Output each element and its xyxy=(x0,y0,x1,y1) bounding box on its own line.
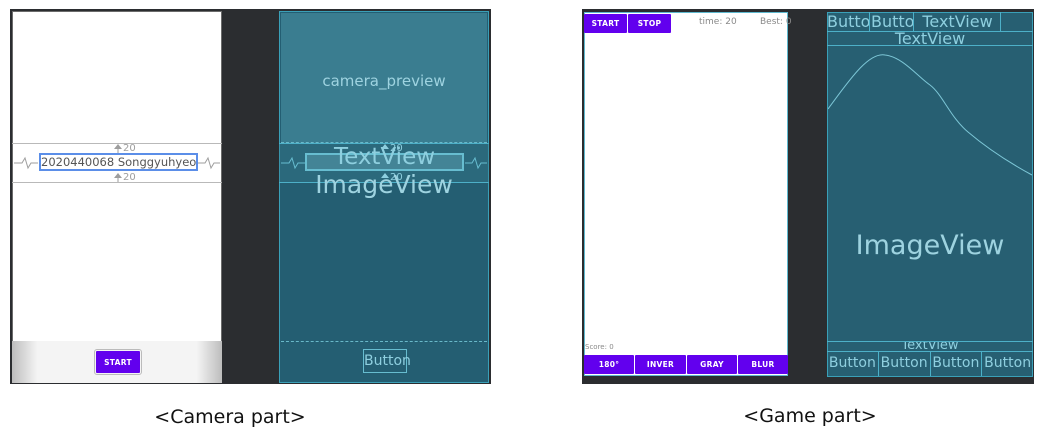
blueprint-bottom-button-2[interactable]: Button xyxy=(879,352,931,376)
game-invert-button[interactable]: INVER xyxy=(635,355,686,374)
game-part-caption: <Game part> xyxy=(743,405,877,427)
blueprint-top-button-1[interactable]: Button xyxy=(827,12,870,32)
game-stop-button[interactable]: STOP xyxy=(628,14,671,33)
blueprint-second-textview[interactable]: TextView xyxy=(827,32,1033,46)
blueprint-bottom-button-4[interactable]: Button xyxy=(982,352,1033,376)
blueprint-top-row: Button Button TextView xyxy=(827,12,1033,32)
blueprint-image-curve xyxy=(828,54,1032,176)
game-blur-button[interactable]: BLUR xyxy=(738,355,788,374)
camera-part-caption: <Camera part> xyxy=(154,406,306,428)
blueprint-top-button-2[interactable]: Button xyxy=(871,12,914,32)
camera-start-button[interactable]: START xyxy=(94,349,142,375)
camera-textview[interactable]: 2020440068 Songgyuhyeon xyxy=(39,153,198,171)
blueprint-bottom-button-1[interactable]: Button xyxy=(827,352,879,376)
game-gray-button[interactable]: GRAY xyxy=(687,355,737,374)
blueprint-imageview-label: ImageView xyxy=(315,170,453,199)
camera-design-view[interactable] xyxy=(12,11,222,383)
game-time-text: time: 20 xyxy=(699,17,737,27)
blueprint-bottom-button-3[interactable]: Button xyxy=(931,352,983,376)
blueprint-bottom-textview[interactable]: TextView xyxy=(827,341,1033,351)
game-best-text: Best: 0 xyxy=(760,17,792,27)
game-design-view[interactable] xyxy=(584,12,788,376)
game-rotate-button[interactable]: 180° xyxy=(584,355,634,374)
game-score-text: Score: 0 xyxy=(585,343,614,351)
blueprint-bottom-button-row: Button Button Button Button xyxy=(827,351,1033,376)
blueprint-imageview-label: ImageView xyxy=(855,230,1005,261)
blueprint-button[interactable]: Button xyxy=(363,349,411,373)
camera-margin-bottom-label: 20 xyxy=(123,172,136,183)
game-start-button[interactable]: START xyxy=(584,14,627,33)
camera-preview-label: camera_preview xyxy=(322,72,446,90)
blueprint-textview-label: TextView xyxy=(333,144,436,170)
blueprint-top-textview[interactable]: TextView xyxy=(915,12,1001,32)
